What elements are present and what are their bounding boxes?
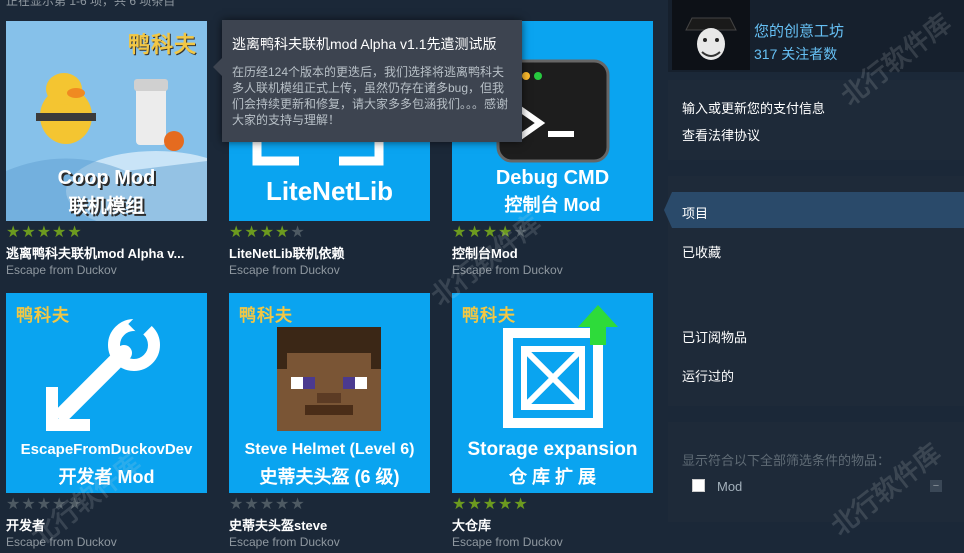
rating-star-icon: ★	[6, 224, 21, 241]
payment-info-link[interactable]: 输入或更新您的支付信息	[682, 98, 825, 117]
nav-label-items[interactable]: 项目	[682, 203, 708, 222]
rating-star-icon: ★	[259, 496, 275, 513]
thumb-line-2: 控制台 Mod	[504, 195, 601, 215]
browse-nav-panel: 项目 已收藏 已订阅物品 运行过的	[664, 176, 964, 406]
followers-count[interactable]: 317 关注者数	[754, 44, 837, 64]
workshop-owner-name[interactable]: 您的创意工坊	[754, 20, 844, 41]
workshop-item-card[interactable]: 鸭科夫 EscapeFromDuckovDev 开发者 Mod ★ ★ ★ ★ ★ 开发…	[6, 293, 207, 549]
hooded-figure-avatar-icon	[672, 0, 750, 70]
rating-star-icon: ★	[498, 496, 513, 513]
rating-star-icon: ★	[467, 496, 482, 513]
tooltip-description: 在历经124个版本的更迭后，我们选择将逃离鸭科夫多人联机模组正式上传，虽然仍存在…	[232, 65, 509, 127]
item-title[interactable]: 史蒂夫头盔steve	[229, 515, 430, 534]
rating-star-icon: ★	[244, 496, 259, 513]
rating-star-icon: ★	[52, 496, 67, 513]
rating-star-icon: ★	[452, 496, 467, 513]
tooltip-arrow	[213, 58, 222, 76]
item-game[interactable]: Escape from Duckov	[452, 263, 653, 277]
thumb-line-2: 联机模组	[68, 196, 145, 217]
workshop-item-card[interactable]: 鸭科夫 Steve Helmet (Level 6) 史蒂夫头盔 (6 级) ★…	[229, 293, 430, 549]
nav-item-subscribed[interactable]: 已订阅物品	[682, 327, 747, 346]
item-title[interactable]: 逃离鸭科夫联机mod Alpha v...	[6, 243, 207, 262]
item-game[interactable]: Escape from Duckov	[6, 535, 207, 549]
thumb-line-1: Coop Mod	[57, 167, 156, 189]
rating-stars: ★ ★ ★ ★ ★	[452, 224, 653, 242]
workshop-item-card[interactable]: 鸭科夫 Coop Mod 联机模组 ★ ★ ★ ★ ★ 逃离鸭科夫联机mod Alpha…	[6, 21, 207, 277]
workshop-sidebar: 您的创意工坊 317 关注者数 输入或更新您的支付信息 查看法律协议 项目 已收…	[664, 0, 964, 545]
item-game[interactable]: Escape from Duckov	[229, 263, 430, 277]
avatar[interactable]	[672, 0, 750, 70]
filter-heading: 显示符合以下全部筛选条件的物品：	[682, 453, 891, 468]
thumb-line-1: Steve Helmet (Level 6)	[244, 441, 415, 458]
rating-stars: ★ ★ ★ ★ ★	[229, 224, 430, 242]
results-count: 正在显示第 1-6 项，共 6 项条目	[6, 0, 176, 8]
rating-stars: ★ ★ ★ ★ ★	[6, 496, 207, 514]
collapse-minus-icon[interactable]: −	[930, 480, 942, 492]
rating-star-icon: ★	[67, 224, 82, 241]
mod-filter-label[interactable]: Mod	[717, 479, 742, 494]
rating-star-icon: ★	[452, 224, 467, 241]
legal-agreement-link[interactable]: 查看法律协议	[682, 125, 760, 144]
thumb-line-2: 仓 库 扩 展	[508, 467, 596, 487]
rating-star-icon: ★	[36, 496, 52, 513]
thumb-brand: 鸭科夫	[16, 306, 70, 325]
rating-star-icon: ★	[290, 224, 305, 241]
rating-stars: ★ ★ ★ ★ ★	[229, 496, 430, 514]
item-thumbnail[interactable]: 鸭科夫 Storage expansion 仓 库 扩 展	[452, 293, 653, 493]
item-thumbnail[interactable]: 鸭科夫 Coop Mod 联机模组	[6, 21, 207, 221]
item-thumbnail[interactable]: 鸭科夫 EscapeFromDuckovDev 开发者 Mod	[6, 293, 207, 493]
rating-star-icon: ★	[229, 496, 244, 513]
filter-panel: 显示符合以下全部筛选条件的物品： Mod −	[668, 422, 964, 522]
rating-star-icon: ★	[290, 496, 305, 513]
item-game[interactable]: Escape from Duckov	[6, 263, 207, 277]
rating-star-icon: ★	[513, 496, 528, 513]
rating-star-icon: ★	[229, 224, 244, 241]
rating-stars: ★ ★ ★ ★ ★	[452, 496, 653, 514]
tooltip-title: 逃离鸭科夫联机mod Alpha v1.1先遣测试版	[232, 36, 497, 52]
rating-star-icon: ★	[6, 496, 21, 513]
item-hover-tooltip: 逃离鸭科夫联机mod Alpha v1.1先遣测试版 在历经124个版本的更迭后…	[213, 20, 522, 142]
rating-star-icon: ★	[275, 496, 290, 513]
item-game[interactable]: Escape from Duckov	[452, 535, 653, 549]
thumb-line-2: 开发者 Mod	[58, 467, 155, 487]
rating-star-icon: ★	[67, 496, 82, 513]
item-title[interactable]: 控制台Mod	[452, 243, 653, 262]
rating-star-icon: ★	[52, 224, 67, 241]
rating-star-icon: ★	[513, 224, 528, 241]
thumb-line-2: 史蒂夫头盔 (6 级)	[259, 467, 400, 487]
rating-star-icon: ★	[275, 224, 290, 241]
mod-filter-checkbox[interactable]	[692, 479, 705, 492]
rating-star-icon: ★	[259, 224, 275, 241]
nav-item-items[interactable]	[664, 192, 964, 228]
rating-stars: ★ ★ ★ ★ ★	[6, 224, 207, 242]
active-indicator	[664, 192, 672, 228]
thumb-brand: 鸭科夫	[239, 306, 293, 325]
rating-star-icon: ★	[21, 496, 36, 513]
rating-star-icon: ★	[21, 224, 36, 241]
thumb-line-1: Debug CMD	[495, 167, 610, 189]
nav-item-favorites[interactable]: 已收藏	[682, 242, 721, 261]
thumb-line-1: EscapeFromDuckovDev	[20, 441, 193, 458]
rating-star-icon: ★	[498, 224, 513, 241]
thumb-brand: 鸭科夫	[462, 306, 516, 325]
item-title[interactable]: 大仓库	[452, 515, 653, 534]
workshop-item-card[interactable]: 鸭科夫 Storage expansion 仓 库 扩 展 ★ ★ ★ ★ ★ 大仓库 …	[452, 293, 653, 549]
rating-star-icon: ★	[482, 496, 498, 513]
item-title[interactable]: 开发者	[6, 515, 207, 534]
thumb-brand: 鸭科夫	[127, 32, 197, 57]
nav-item-played[interactable]: 运行过的	[682, 366, 734, 385]
account-links-panel: 输入或更新您的支付信息 查看法律协议	[668, 80, 964, 160]
item-title[interactable]: LiteNetLib联机依赖	[229, 243, 430, 262]
rating-star-icon: ★	[36, 224, 52, 241]
rating-star-icon: ★	[244, 224, 259, 241]
thumb-line-1: LiteNetLib	[265, 176, 394, 206]
item-game[interactable]: Escape from Duckov	[229, 535, 430, 549]
thumb-line-1: Storage expansion	[467, 439, 638, 460]
item-thumbnail[interactable]: 鸭科夫 Steve Helmet (Level 6) 史蒂夫头盔 (6 级)	[229, 293, 430, 493]
rating-star-icon: ★	[467, 224, 482, 241]
profile-header: 您的创意工坊 317 关注者数	[668, 0, 964, 72]
rating-star-icon: ★	[482, 224, 498, 241]
